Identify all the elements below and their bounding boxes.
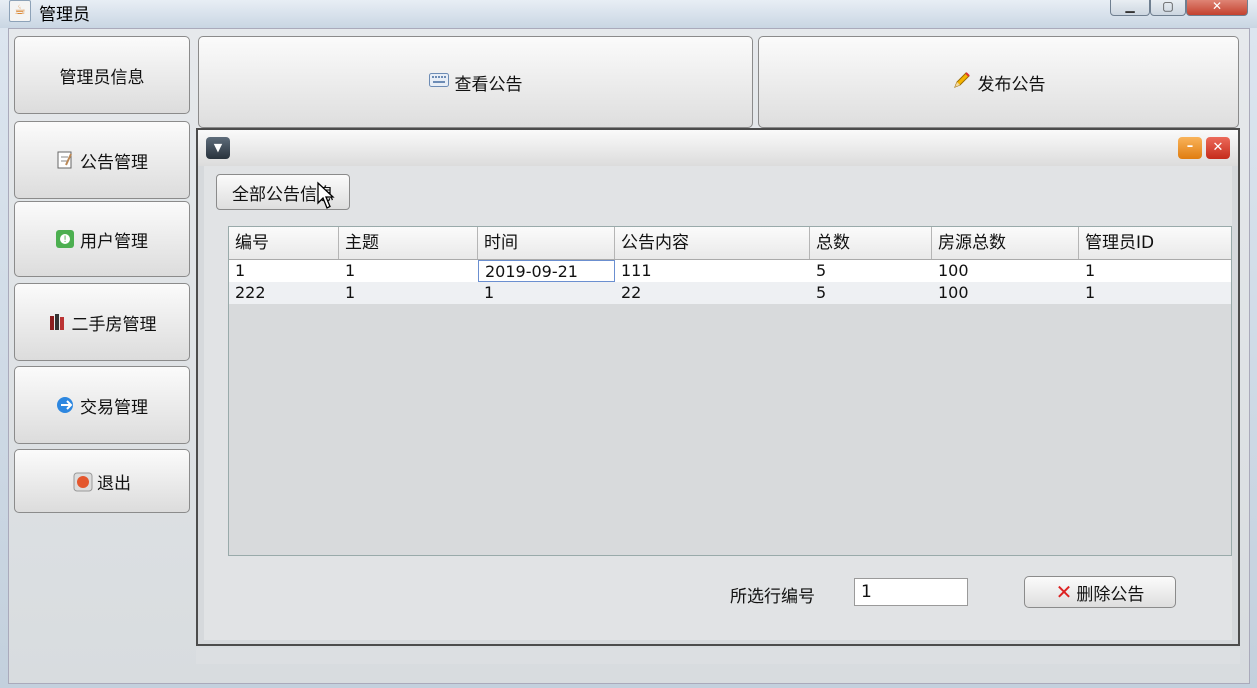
table-cell[interactable]: 100 bbox=[932, 282, 1079, 304]
table-cell[interactable]: 5 bbox=[810, 282, 932, 304]
selected-row-label: 所选行编号 bbox=[730, 587, 815, 607]
view-notice-button[interactable]: 查看公告 bbox=[198, 36, 753, 128]
column-header[interactable]: 公告内容 bbox=[615, 227, 810, 259]
sidebar-item-house-management[interactable]: 二手房管理 bbox=[14, 283, 190, 361]
delete-x-icon: ✕ bbox=[1055, 580, 1073, 604]
stop-icon bbox=[73, 472, 93, 492]
frame-close-button[interactable]: ✕ bbox=[1206, 137, 1230, 159]
sidebar-item-exit[interactable]: 退出 bbox=[14, 449, 190, 513]
arrow-icon bbox=[56, 396, 74, 414]
keyboard-icon bbox=[428, 72, 449, 92]
view-notice-label: 查看公告 bbox=[454, 74, 523, 95]
column-header[interactable]: 管理员ID bbox=[1079, 227, 1231, 259]
table-cell-focused[interactable]: 2019-09-21 bbox=[478, 260, 615, 282]
column-header[interactable]: 房源总数 bbox=[932, 227, 1079, 259]
column-header[interactable]: 主题 bbox=[339, 227, 478, 259]
svg-text:!: ! bbox=[63, 235, 67, 245]
table-cell[interactable]: 1 bbox=[478, 282, 615, 304]
sidebar-item-label: 二手房管理 bbox=[71, 314, 157, 335]
delete-notice-label: 删除公告 bbox=[1076, 584, 1145, 605]
window-title: 管理员 bbox=[39, 5, 90, 25]
mouse-cursor-icon bbox=[317, 181, 335, 209]
title-bar: ☕ 管理员 ▁ ▢ ✕ bbox=[0, 0, 1257, 28]
table-row[interactable]: 1 1 2019-09-21 111 5 100 1 bbox=[229, 260, 1231, 282]
table-row[interactable]: 222 1 1 22 5 100 1 bbox=[229, 282, 1231, 304]
main-window: ☕ 管理员 ▁ ▢ ✕ 管理员信息 公告管理 ! 用户管理 二手房管理 交易管理 bbox=[0, 0, 1257, 688]
sidebar-item-user-management[interactable]: ! 用户管理 bbox=[14, 201, 190, 277]
sidebar-item-label: 交易管理 bbox=[80, 397, 148, 418]
column-header[interactable]: 编号 bbox=[229, 227, 339, 259]
close-button[interactable]: ✕ bbox=[1186, 0, 1248, 16]
frame-menu-icon[interactable]: ▼ bbox=[206, 137, 230, 159]
sidebar-item-label: 管理员信息 bbox=[59, 67, 145, 88]
notice-internal-frame: ▼ – ✕ 全部公告信息 编号 主题 时间 公告内容 总数 房源总数 管理员ID bbox=[196, 128, 1240, 646]
table-cell[interactable]: 1 bbox=[339, 282, 478, 304]
notice-table[interactable]: 编号 主题 时间 公告内容 总数 房源总数 管理员ID 1 1 2019-09-… bbox=[228, 226, 1232, 556]
frame-minimize-button[interactable]: – bbox=[1178, 137, 1202, 159]
table-cell[interactable]: 111 bbox=[615, 260, 810, 282]
bottom-strip bbox=[196, 648, 1240, 664]
java-icon: ☕ bbox=[9, 0, 31, 22]
table-cell[interactable]: 1 bbox=[1079, 282, 1231, 304]
sidebar-item-trade-management[interactable]: 交易管理 bbox=[14, 366, 190, 444]
pencil-icon bbox=[952, 70, 972, 95]
column-header[interactable]: 总数 bbox=[810, 227, 932, 259]
notepad-icon bbox=[56, 151, 74, 169]
internal-frame-header: ▼ – ✕ bbox=[198, 130, 1238, 166]
sidebar-item-label: 退出 bbox=[97, 473, 131, 494]
selected-row-input[interactable]: 1 bbox=[854, 578, 968, 606]
table-cell[interactable]: 1 bbox=[339, 260, 478, 282]
delete-notice-button[interactable]: ✕ 删除公告 bbox=[1024, 576, 1176, 608]
table-cell[interactable]: 1 bbox=[1079, 260, 1231, 282]
sidebar-item-label: 公告管理 bbox=[80, 152, 148, 173]
table-cell[interactable]: 5 bbox=[810, 260, 932, 282]
sidebar-item-label: 用户管理 bbox=[80, 231, 148, 252]
books-icon bbox=[48, 313, 66, 331]
table-cell[interactable]: 222 bbox=[229, 282, 339, 304]
internal-frame-body: 全部公告信息 编号 主题 时间 公告内容 总数 房源总数 管理员ID 1 1 2… bbox=[204, 166, 1232, 640]
sidebar-item-admin-info[interactable]: 管理员信息 bbox=[14, 36, 190, 114]
sidebar-item-notice-management[interactable]: 公告管理 bbox=[14, 121, 190, 199]
user-icon: ! bbox=[56, 230, 74, 248]
maximize-button[interactable]: ▢ bbox=[1150, 0, 1186, 16]
publish-notice-button[interactable]: 发布公告 bbox=[758, 36, 1239, 128]
table-cell[interactable]: 22 bbox=[615, 282, 810, 304]
column-header[interactable]: 时间 bbox=[478, 227, 615, 259]
table-cell[interactable]: 100 bbox=[932, 260, 1079, 282]
table-header: 编号 主题 时间 公告内容 总数 房源总数 管理员ID bbox=[229, 227, 1231, 260]
table-cell[interactable]: 1 bbox=[229, 260, 339, 282]
publish-notice-label: 发布公告 bbox=[977, 74, 1046, 95]
minimize-button[interactable]: ▁ bbox=[1110, 0, 1150, 16]
